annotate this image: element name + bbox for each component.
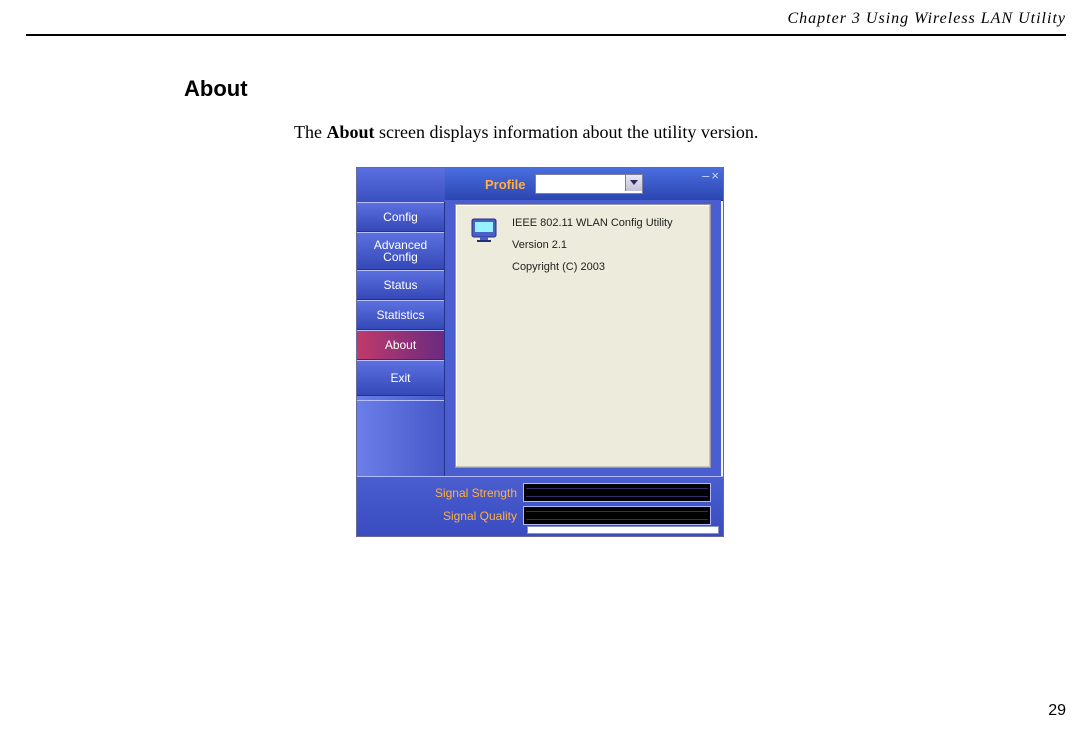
intro-paragraph: The About screen displays information ab… [294,122,1066,143]
signal-quality-label: Signal Quality [407,509,517,523]
section-title: About [184,76,1066,102]
chapter-header: Chapter 3 Using Wireless LAN Utility [26,10,1066,28]
footer-bar: Signal Strength Signal Quality [357,476,723,536]
app-icon [468,213,500,245]
about-version: Version 2.1 [512,239,696,251]
title-bar: Profile – × [445,168,723,201]
intro-bold: About [326,122,374,142]
signal-strength-label: Signal Strength [407,486,517,500]
window-buttons: – × [702,170,719,181]
signal-quality-row: Signal Quality [407,506,717,525]
signal-strength-row: Signal Strength [407,483,717,502]
intro-suffix: screen displays information about the ut… [375,122,759,142]
page-number: 29 [1048,702,1066,720]
intro-prefix: The [294,122,326,142]
profile-dropdown[interactable] [535,174,643,194]
about-copyright: Copyright (C) 2003 [512,261,696,273]
tab-exit[interactable]: Exit [357,360,444,396]
minimize-button[interactable]: – [702,170,709,181]
profile-label: Profile [485,177,525,192]
tab-config[interactable]: Config [357,202,444,232]
header-rule [26,34,1066,36]
chevron-down-icon [630,180,638,185]
wlan-utility-window: Config Advanced Config Status Statistics… [356,167,724,537]
about-panel: IEEE 802.11 WLAN Config Utility Version … [455,204,711,468]
about-title: IEEE 802.11 WLAN Config Utility [512,217,696,229]
tab-about[interactable]: About [357,330,444,360]
tab-status[interactable]: Status [357,270,444,300]
main-pane: IEEE 802.11 WLAN Config Utility Version … [445,200,721,476]
tab-statistics[interactable]: Statistics [357,300,444,330]
signal-strength-meter [523,483,711,502]
sidebar: Config Advanced Config Status Statistics… [357,168,445,498]
about-text: IEEE 802.11 WLAN Config Utility Version … [512,217,696,273]
sidebar-separator [357,400,444,401]
tab-advanced-config[interactable]: Advanced Config [357,232,444,270]
signal-quality-meter [523,506,711,525]
footer-status-strip [527,526,719,534]
close-button[interactable]: × [711,170,719,181]
